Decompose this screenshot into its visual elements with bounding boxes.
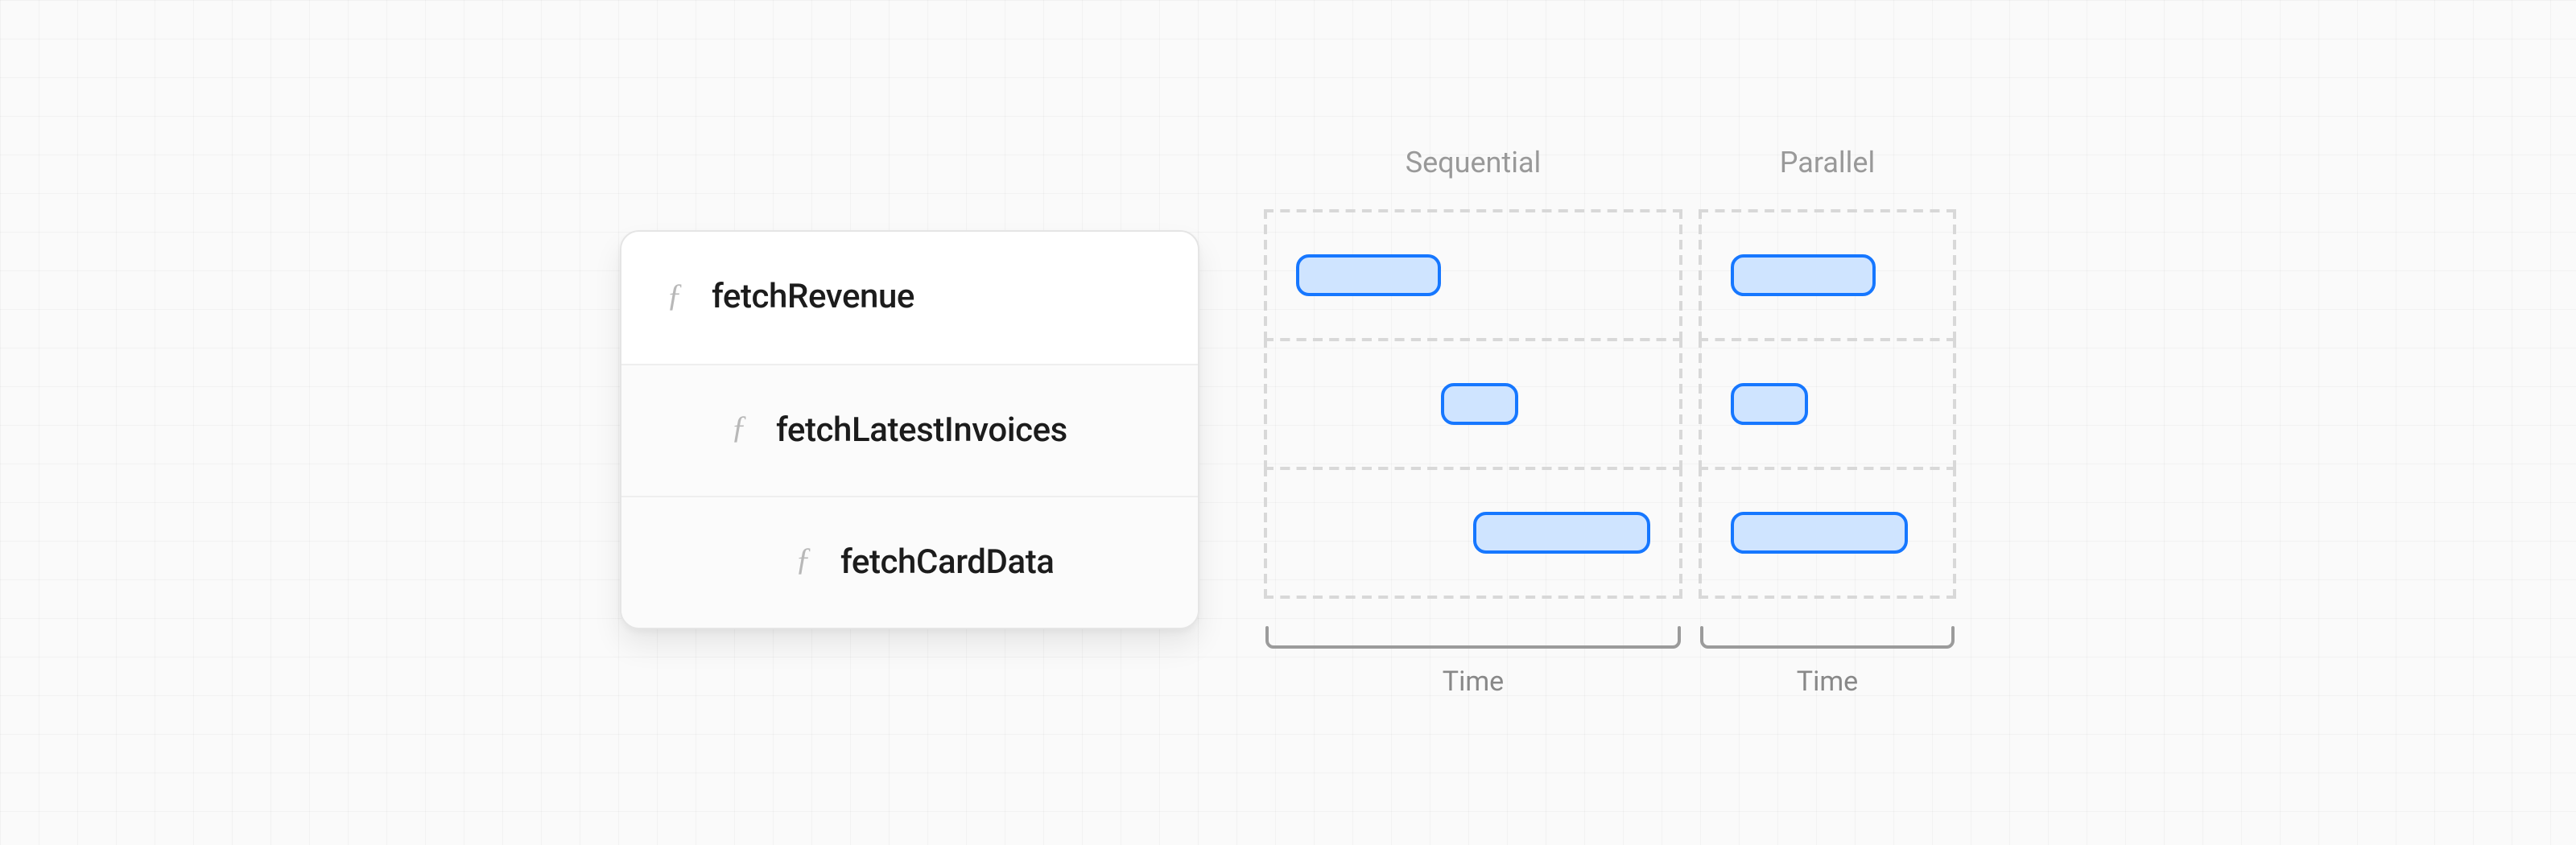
sequential-column: Sequential Time (1264, 146, 1682, 699)
time-label: Time (1264, 666, 1682, 699)
timelines: Sequential Time Parallel (1264, 146, 1956, 699)
parallel-column: Parallel Time (1699, 146, 1956, 699)
function-icon: ƒ (795, 542, 811, 579)
parallel-cells (1699, 209, 1956, 599)
timeline-cell (1264, 467, 1682, 599)
function-row: ƒ fetchRevenue (621, 232, 1198, 364)
function-name: fetchRevenue (712, 278, 914, 317)
function-row: ƒ fetchLatestInvoices (621, 364, 1198, 496)
timeline-cell (1699, 467, 1956, 599)
function-icon: ƒ (731, 410, 747, 447)
timeline-cell (1264, 338, 1682, 470)
duration-bar (1296, 254, 1441, 296)
time-label: Time (1699, 666, 1956, 699)
timeline-cell (1264, 209, 1682, 341)
function-card: ƒ fetchRevenue ƒ fetchLatestInvoices ƒ f… (620, 230, 1199, 629)
time-bracket: Time (1699, 624, 1956, 699)
timeline-cell (1699, 338, 1956, 470)
duration-bar (1473, 512, 1650, 554)
time-bracket: Time (1264, 624, 1682, 699)
bracket-icon (1264, 624, 1682, 650)
diagram-stage: ƒ fetchRevenue ƒ fetchLatestInvoices ƒ f… (620, 146, 1956, 699)
duration-bar (1441, 383, 1518, 425)
function-name: fetchLatestInvoices (776, 411, 1067, 450)
duration-bar (1731, 512, 1908, 554)
duration-bar (1731, 383, 1808, 425)
function-icon: ƒ (667, 278, 683, 315)
function-row: ƒ fetchCardData (621, 496, 1198, 628)
column-label-sequential: Sequential (1406, 146, 1542, 180)
sequential-cells (1264, 209, 1682, 599)
column-label-parallel: Parallel (1780, 146, 1876, 180)
bracket-icon (1699, 624, 1956, 650)
duration-bar (1731, 254, 1876, 296)
timeline-cell (1699, 209, 1956, 341)
function-name: fetchCardData (840, 543, 1055, 582)
